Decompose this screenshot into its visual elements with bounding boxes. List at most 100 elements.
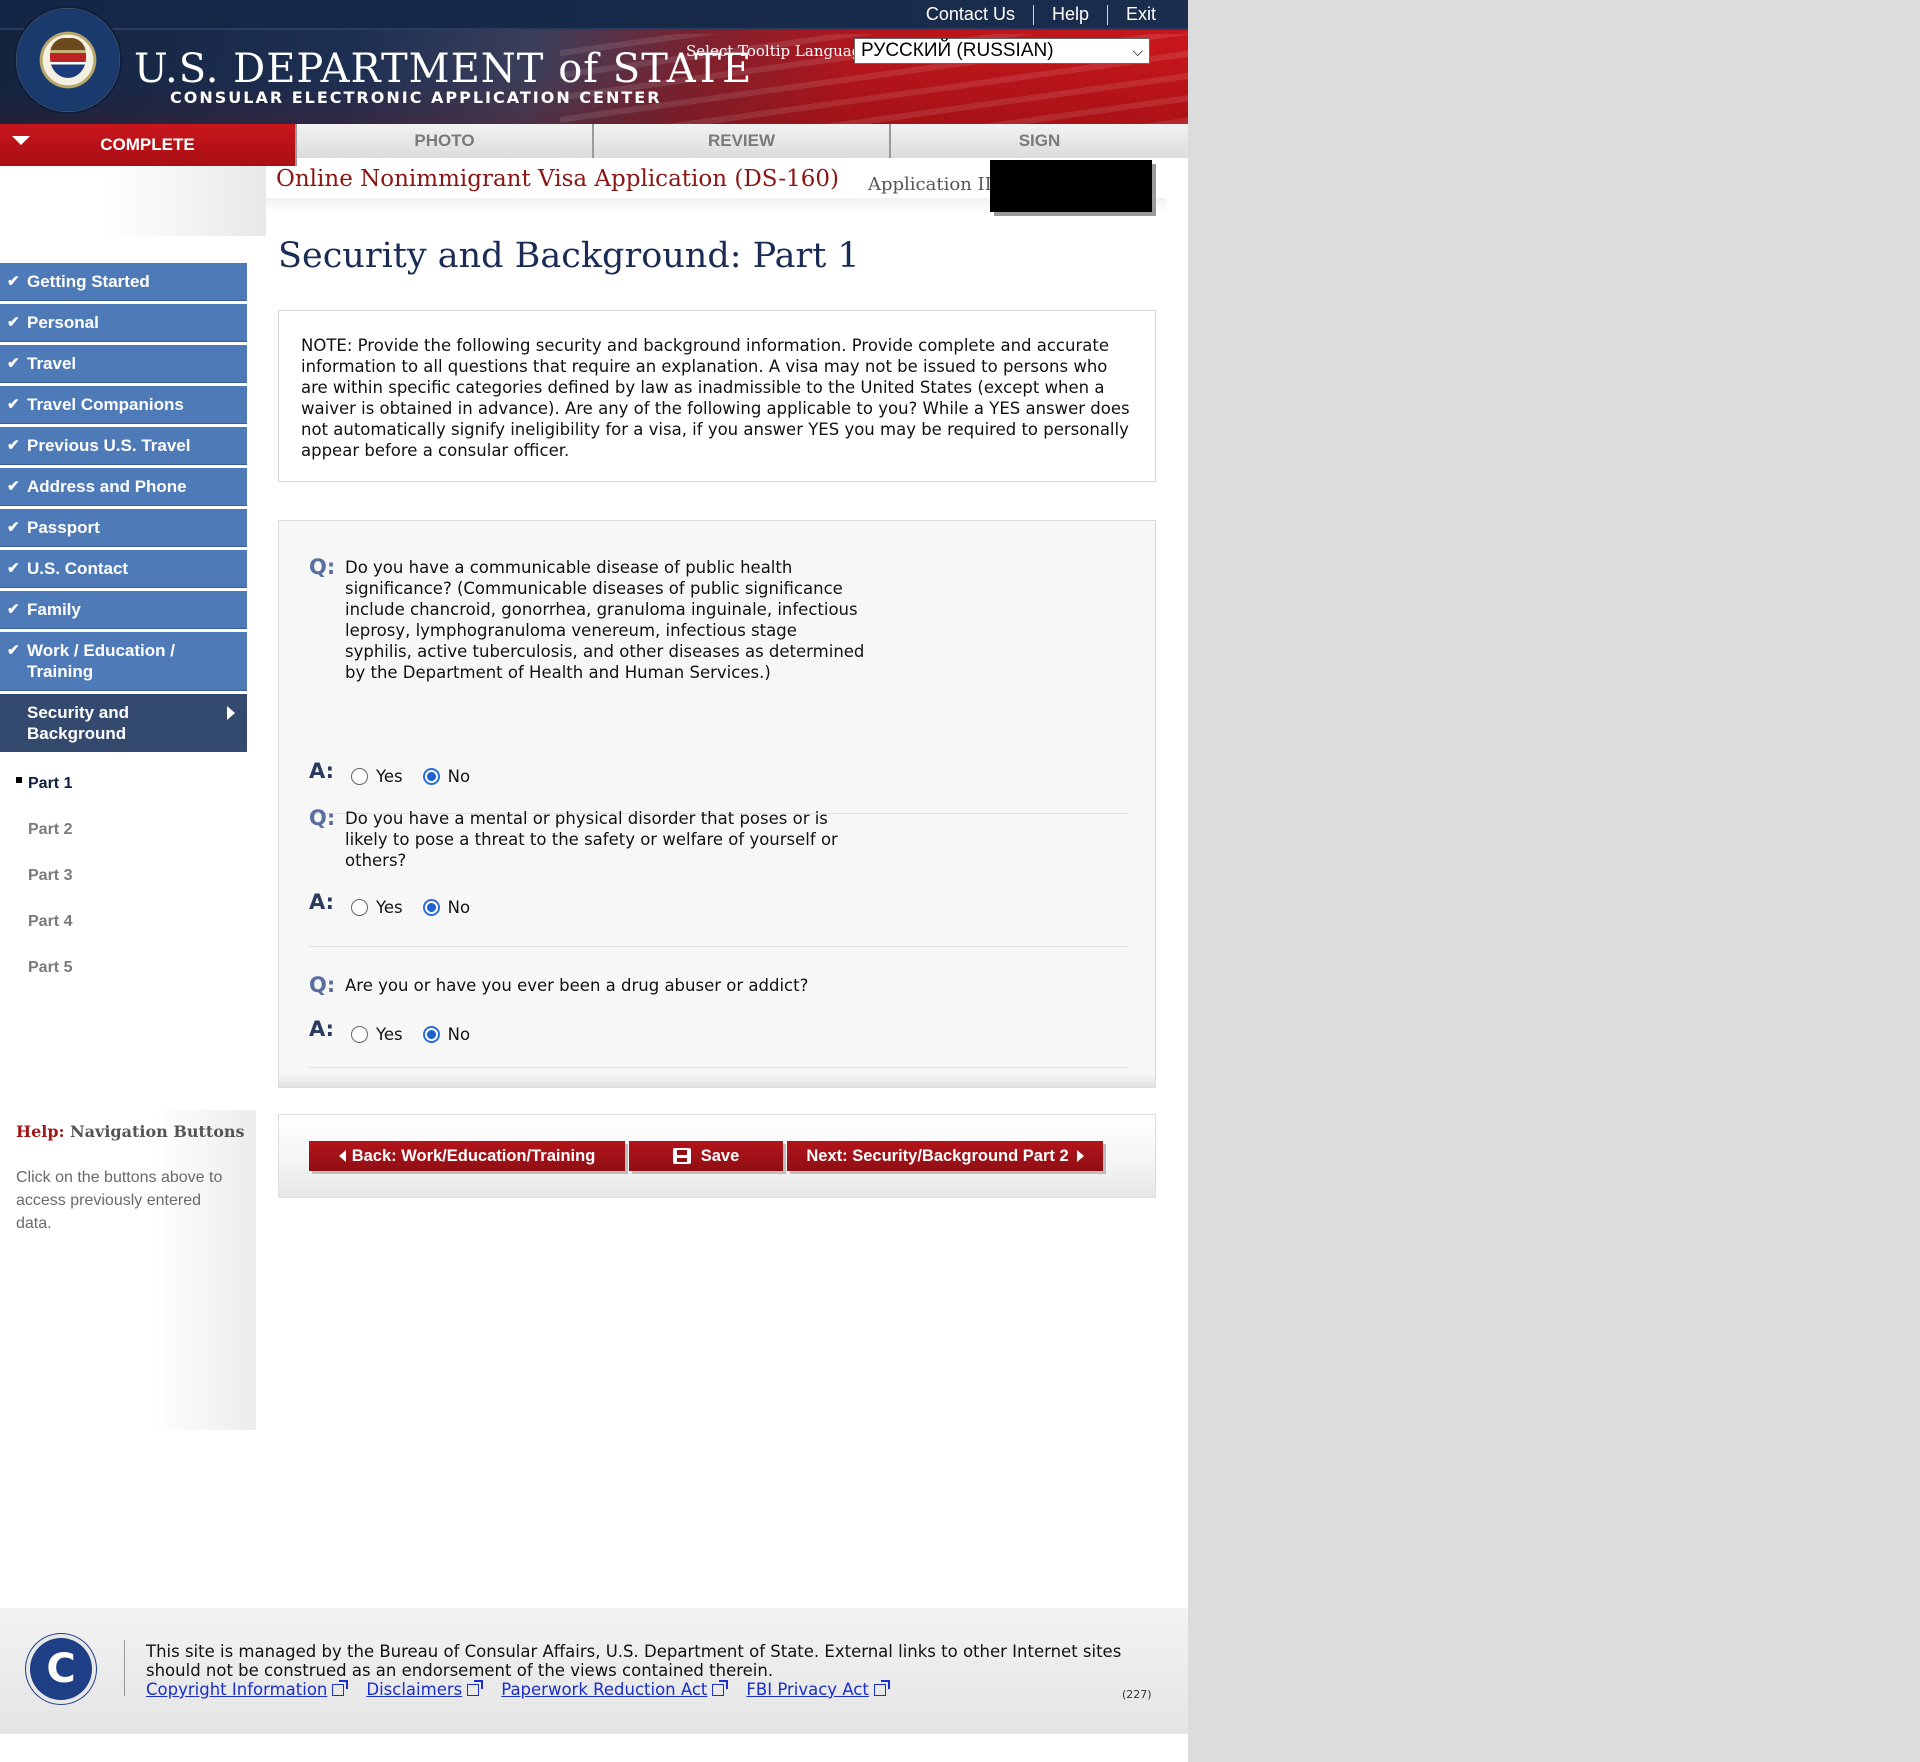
sidebar-item-label: Personal bbox=[27, 313, 99, 332]
language-select[interactable]: РУССКИЙ (RUSSIAN) ⌵ bbox=[854, 38, 1150, 64]
question-label: Q: bbox=[309, 555, 336, 579]
answer-options: Yes No bbox=[351, 898, 490, 917]
checkmark-icon: ✔ bbox=[7, 601, 20, 618]
sidebar-item-work-education[interactable]: ✔ Work / Education / Training bbox=[0, 632, 247, 691]
help-title-prefix: Help: bbox=[16, 1122, 65, 1141]
radio-no[interactable] bbox=[422, 899, 440, 916]
checkmark-icon: ✔ bbox=[7, 273, 20, 290]
no-label: No bbox=[447, 1025, 471, 1044]
footer-links: Copyright Information Disclaimers Paperw… bbox=[146, 1679, 908, 1699]
answer-no[interactable]: No bbox=[422, 898, 470, 917]
answer-yes[interactable]: Yes bbox=[351, 1025, 403, 1044]
application-id-label: Application ID bbox=[868, 174, 1000, 195]
eagle-icon bbox=[50, 38, 86, 78]
page-title: Security and Background: Part 1 bbox=[278, 236, 860, 276]
tab-complete[interactable]: COMPLETE bbox=[0, 124, 297, 166]
department-seal-icon bbox=[16, 8, 120, 112]
page: Contact Us Help Exit U.S. DEPARTMENT of … bbox=[0, 0, 1188, 1762]
answer-no[interactable]: No bbox=[422, 1025, 471, 1044]
panel-shade bbox=[279, 1073, 1155, 1087]
sidebar-item-label: Getting Started bbox=[27, 272, 150, 291]
external-link-icon bbox=[873, 1679, 890, 1696]
subitem-part-1[interactable]: Part 1 bbox=[0, 761, 248, 807]
answer-no[interactable]: No bbox=[422, 767, 471, 786]
copyright-link[interactable]: Copyright Information bbox=[146, 1679, 349, 1699]
subitem-part-2[interactable]: Part 2 bbox=[0, 807, 248, 853]
next-button-label: Next: Security/Background Part 2 bbox=[806, 1146, 1069, 1165]
yes-label: Yes bbox=[376, 767, 403, 786]
subitem-part-4[interactable]: Part 4 bbox=[0, 899, 248, 945]
tab-label: PHOTO bbox=[414, 131, 475, 150]
divider bbox=[309, 1067, 1129, 1068]
contact-us-link[interactable]: Contact Us bbox=[908, 4, 1033, 25]
answer-yes[interactable]: Yes bbox=[351, 767, 403, 786]
top-links: Contact Us Help Exit bbox=[908, 4, 1174, 25]
sidebar-item-personal[interactable]: ✔ Personal bbox=[0, 304, 247, 342]
answer-yes[interactable]: Yes bbox=[351, 898, 403, 917]
sidebar-item-travel[interactable]: ✔ Travel bbox=[0, 345, 247, 383]
sidebar-item-us-contact[interactable]: ✔ U.S. Contact bbox=[0, 550, 247, 588]
save-button-label: Save bbox=[700, 1146, 740, 1165]
sidebar-item-security-background[interactable]: Security and Background bbox=[0, 694, 247, 752]
save-button[interactable]: Save bbox=[629, 1141, 783, 1171]
disclaimers-link[interactable]: Disclaimers bbox=[366, 1679, 484, 1699]
yes-label: Yes bbox=[376, 898, 403, 917]
answer-label: A: bbox=[309, 890, 335, 914]
answer-label: A: bbox=[309, 1017, 335, 1041]
help-title: Help: Navigation Buttons bbox=[16, 1122, 245, 1141]
tab-sign[interactable]: SIGN bbox=[891, 124, 1188, 158]
sidebar-item-address-phone[interactable]: ✔ Address and Phone bbox=[0, 468, 247, 506]
language-selected-value: РУССКИЙ (RUSSIAN) bbox=[861, 40, 1054, 61]
help-link[interactable]: Help bbox=[1034, 4, 1107, 25]
tab-label: COMPLETE bbox=[100, 135, 195, 154]
radio-no[interactable] bbox=[422, 768, 440, 785]
link-label: FBI Privacy Act bbox=[746, 1680, 869, 1699]
sidebar-item-travel-companions[interactable]: ✔ Travel Companions bbox=[0, 386, 247, 424]
subitem-label: Part 3 bbox=[28, 867, 73, 884]
radio-yes[interactable] bbox=[351, 768, 368, 785]
sidebar-item-getting-started[interactable]: ✔ Getting Started bbox=[0, 263, 247, 301]
sidebar-item-label: Passport bbox=[27, 518, 100, 537]
fbi-privacy-link[interactable]: FBI Privacy Act bbox=[746, 1679, 890, 1699]
checkmark-icon: ✔ bbox=[7, 437, 20, 454]
back-button[interactable]: Back: Work/Education/Training bbox=[309, 1141, 625, 1171]
radio-yes[interactable] bbox=[351, 899, 368, 916]
divider bbox=[1032, 4, 1034, 25]
help-text: Click on the buttons above to access pre… bbox=[16, 1169, 223, 1232]
sidebar-item-previous-us-travel[interactable]: ✔ Previous U.S. Travel bbox=[0, 427, 247, 465]
application-title: Online Nonimmigrant Visa Application (DS… bbox=[276, 166, 840, 192]
subitem-part-3[interactable]: Part 3 bbox=[0, 853, 248, 899]
tab-review[interactable]: REVIEW bbox=[594, 124, 891, 158]
arrow-right-icon bbox=[1076, 1150, 1084, 1162]
checkmark-icon: ✔ bbox=[7, 478, 20, 495]
logo-letter: C bbox=[46, 1646, 76, 1692]
sidebar-item-passport[interactable]: ✔ Passport bbox=[0, 509, 247, 547]
save-disk-icon bbox=[672, 1148, 691, 1164]
subitem-label: Part 4 bbox=[28, 913, 73, 930]
next-button[interactable]: Next: Security/Background Part 2 bbox=[787, 1141, 1103, 1171]
brand-title: U.S. DEPARTMENT of STATE bbox=[134, 46, 753, 92]
site-header: Contact Us Help Exit U.S. DEPARTMENT of … bbox=[0, 0, 1188, 124]
consular-affairs-logo-icon: C bbox=[30, 1638, 92, 1700]
paperwork-reduction-link[interactable]: Paperwork Reduction Act bbox=[501, 1679, 729, 1699]
no-label: No bbox=[447, 767, 471, 786]
checkmark-icon: ✔ bbox=[7, 642, 20, 659]
progress-tabs: COMPLETE PHOTO REVIEW SIGN bbox=[0, 124, 1188, 166]
sidebar-item-label: Travel Companions bbox=[27, 395, 184, 414]
tab-label: SIGN bbox=[1018, 131, 1061, 150]
tab-photo[interactable]: PHOTO bbox=[297, 124, 594, 158]
subitem-part-5[interactable]: Part 5 bbox=[0, 945, 248, 991]
divider bbox=[124, 1640, 125, 1696]
subitem-label: Part 1 bbox=[28, 775, 73, 792]
sidebar-item-family[interactable]: ✔ Family bbox=[0, 591, 247, 629]
tab-label: REVIEW bbox=[707, 131, 776, 150]
radio-no[interactable] bbox=[422, 1026, 440, 1043]
exit-link[interactable]: Exit bbox=[1108, 4, 1174, 25]
divider bbox=[1106, 4, 1108, 25]
checkmark-icon: ✔ bbox=[7, 560, 20, 577]
question-text: Are you or have you ever been a drug abu… bbox=[345, 976, 809, 995]
subitem-label: Part 5 bbox=[28, 959, 73, 976]
back-button-label: Back: Work/Education/Training bbox=[351, 1146, 596, 1165]
radio-yes[interactable] bbox=[351, 1026, 368, 1043]
checkmark-icon: ✔ bbox=[7, 314, 20, 331]
